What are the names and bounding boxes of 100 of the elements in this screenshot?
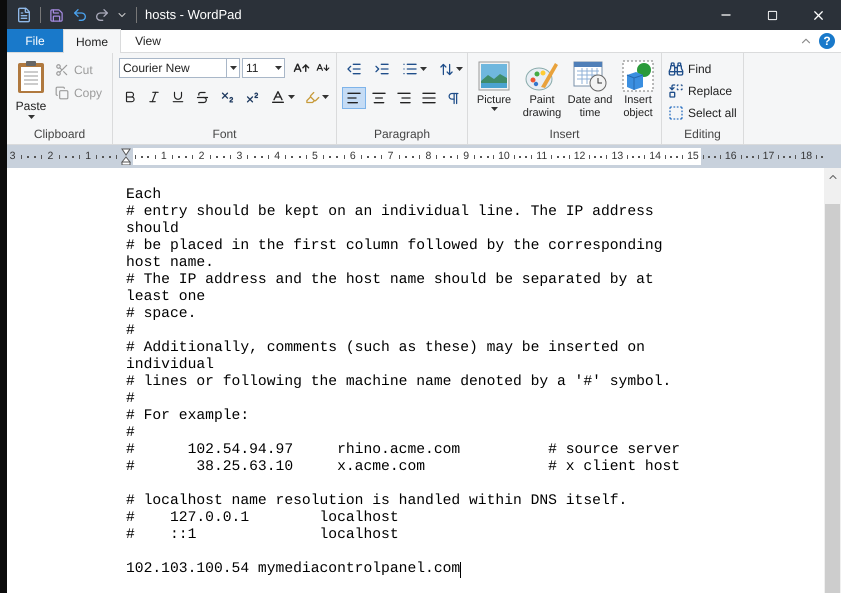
ruler-number: 1	[160, 151, 167, 162]
caret-icon	[288, 95, 295, 99]
copy-icon	[55, 86, 69, 100]
ruler-number: 2	[198, 151, 204, 162]
caret-icon	[456, 67, 463, 71]
font-family-dropdown[interactable]: Courier New	[119, 58, 240, 78]
ruler-number: 8	[425, 151, 432, 162]
align-justify-icon	[421, 90, 437, 106]
decrease-indent-icon	[346, 61, 362, 77]
underline-icon	[171, 90, 185, 104]
align-left-icon	[346, 90, 362, 106]
dashed-square-icon	[668, 104, 684, 120]
ruler-number: 7	[388, 151, 394, 162]
align-right-icon	[396, 90, 412, 106]
align-button[interactable]	[342, 87, 366, 109]
binoculars-icon	[668, 60, 684, 76]
italic-icon	[147, 90, 161, 104]
caret-icon	[274, 66, 282, 70]
group-label: Clipboard	[34, 128, 86, 140]
insert-button[interactable]: Picture	[470, 58, 518, 128]
ruler-number: 17	[762, 151, 774, 162]
caret-icon	[230, 66, 236, 70]
text-line: # localhost name resolution is handled within DNS itself.	[126, 493, 628, 510]
undo-icon[interactable]	[72, 7, 88, 23]
text-line: # be placed in the first column followed by the corresponding	[126, 238, 663, 255]
ruler-number: 4	[274, 151, 280, 162]
ruler-number: 16	[724, 151, 737, 162]
landscape-image-icon	[478, 61, 510, 91]
insert-button[interactable]: Insert object	[614, 58, 662, 128]
caret-icon	[28, 115, 34, 119]
insert-button[interactable]: Paint drawing	[518, 58, 566, 128]
text-line: individual	[126, 357, 214, 374]
ruler-number: 3	[10, 151, 16, 162]
editing-button[interactable]: Find	[668, 59, 737, 78]
group-label: Paragraph	[374, 128, 430, 140]
replace-icon	[668, 82, 684, 98]
redo-icon[interactable]	[94, 7, 110, 23]
group-label: Insert	[549, 128, 580, 140]
window-title: hosts - WordPad	[145, 6, 242, 24]
group-label: Editing	[684, 128, 721, 140]
file-menu-button[interactable]: File	[7, 29, 63, 52]
caret-icon	[322, 95, 329, 99]
font-color-icon	[270, 89, 286, 105]
app-icon	[16, 7, 32, 23]
editing-button[interactable]: Replace	[668, 81, 737, 100]
editing-button[interactable]: Select all	[668, 103, 737, 122]
ruler-number: 5	[312, 151, 318, 162]
text-line: least one	[126, 289, 206, 306]
text-line: # Additionally, comments (such as these) may be inserted on	[126, 340, 645, 357]
ruler-number: 11	[536, 151, 548, 162]
text-line: # 38.25.63.10 x.acme.com # x client host	[126, 459, 680, 476]
font-size-dropdown[interactable]: 11	[242, 58, 285, 78]
palette-brush-icon	[525, 60, 559, 92]
strikethrough-icon	[195, 90, 210, 104]
ruler-number: 1	[85, 151, 92, 162]
group-label: Font	[212, 128, 236, 140]
clipboard-icon	[17, 60, 45, 94]
ruler-number: 2	[47, 151, 54, 162]
text-line: # entry should be kept on an individual line. The IP address	[126, 204, 654, 221]
highlighter-icon	[305, 90, 320, 104]
increase-indent-icon	[374, 61, 390, 77]
text-line: #	[126, 323, 135, 340]
vertical-scrollbar[interactable]	[824, 168, 841, 593]
ribbon-tab[interactable]: View	[121, 29, 175, 52]
align-center-icon	[371, 90, 387, 106]
text-line: #	[126, 391, 135, 408]
text-line: # For example:	[126, 408, 250, 425]
text-line: 102.103.100.54 mymediacontrolpanel.com	[126, 561, 460, 578]
text-line: should	[126, 221, 179, 238]
ruler-number: 10	[498, 151, 510, 162]
text-line: # ::1 localhost	[126, 527, 399, 544]
caret-icon	[420, 67, 427, 71]
scrollbar-thumb[interactable]	[825, 204, 840, 593]
text-line: # The IP address and the host name should be separated by at	[126, 272, 654, 289]
paste-button[interactable]: Paste	[7, 58, 55, 128]
ruler-number: 9	[463, 151, 470, 162]
text-line: # space.	[126, 306, 196, 323]
ribbon-tab[interactable]: Home	[63, 29, 121, 53]
ruler-number: 14	[649, 151, 661, 162]
text-line: host name.	[126, 255, 214, 272]
help-button[interactable]: ?	[819, 33, 835, 49]
ruler-number: 13	[611, 151, 624, 162]
subscript-icon	[220, 90, 235, 104]
text-line: # 127.0.0.1 localhost	[126, 510, 399, 527]
text-line: # lines or following the machine name denoted by a '#' symbol.	[126, 374, 672, 391]
ruler-number: 3	[236, 151, 242, 162]
ruler-number: 12	[574, 151, 586, 162]
superscript-icon	[245, 90, 260, 104]
pilcrow-icon	[446, 90, 461, 106]
indent-marker-icon[interactable]	[120, 148, 131, 165]
line-spacing-icon	[439, 62, 454, 76]
caret-icon	[490, 107, 498, 111]
save-icon[interactable]	[49, 8, 64, 22]
ruler-number: 18	[800, 151, 812, 162]
maximize-icon	[766, 10, 778, 20]
calendar-clock-icon	[573, 60, 607, 92]
insert-button[interactable]: Date and time	[566, 58, 614, 128]
bold-icon	[123, 90, 137, 104]
text-line: # 102.54.94.97 rhino.acme.com # source server	[126, 442, 680, 459]
ruler-number: 15	[687, 151, 699, 162]
